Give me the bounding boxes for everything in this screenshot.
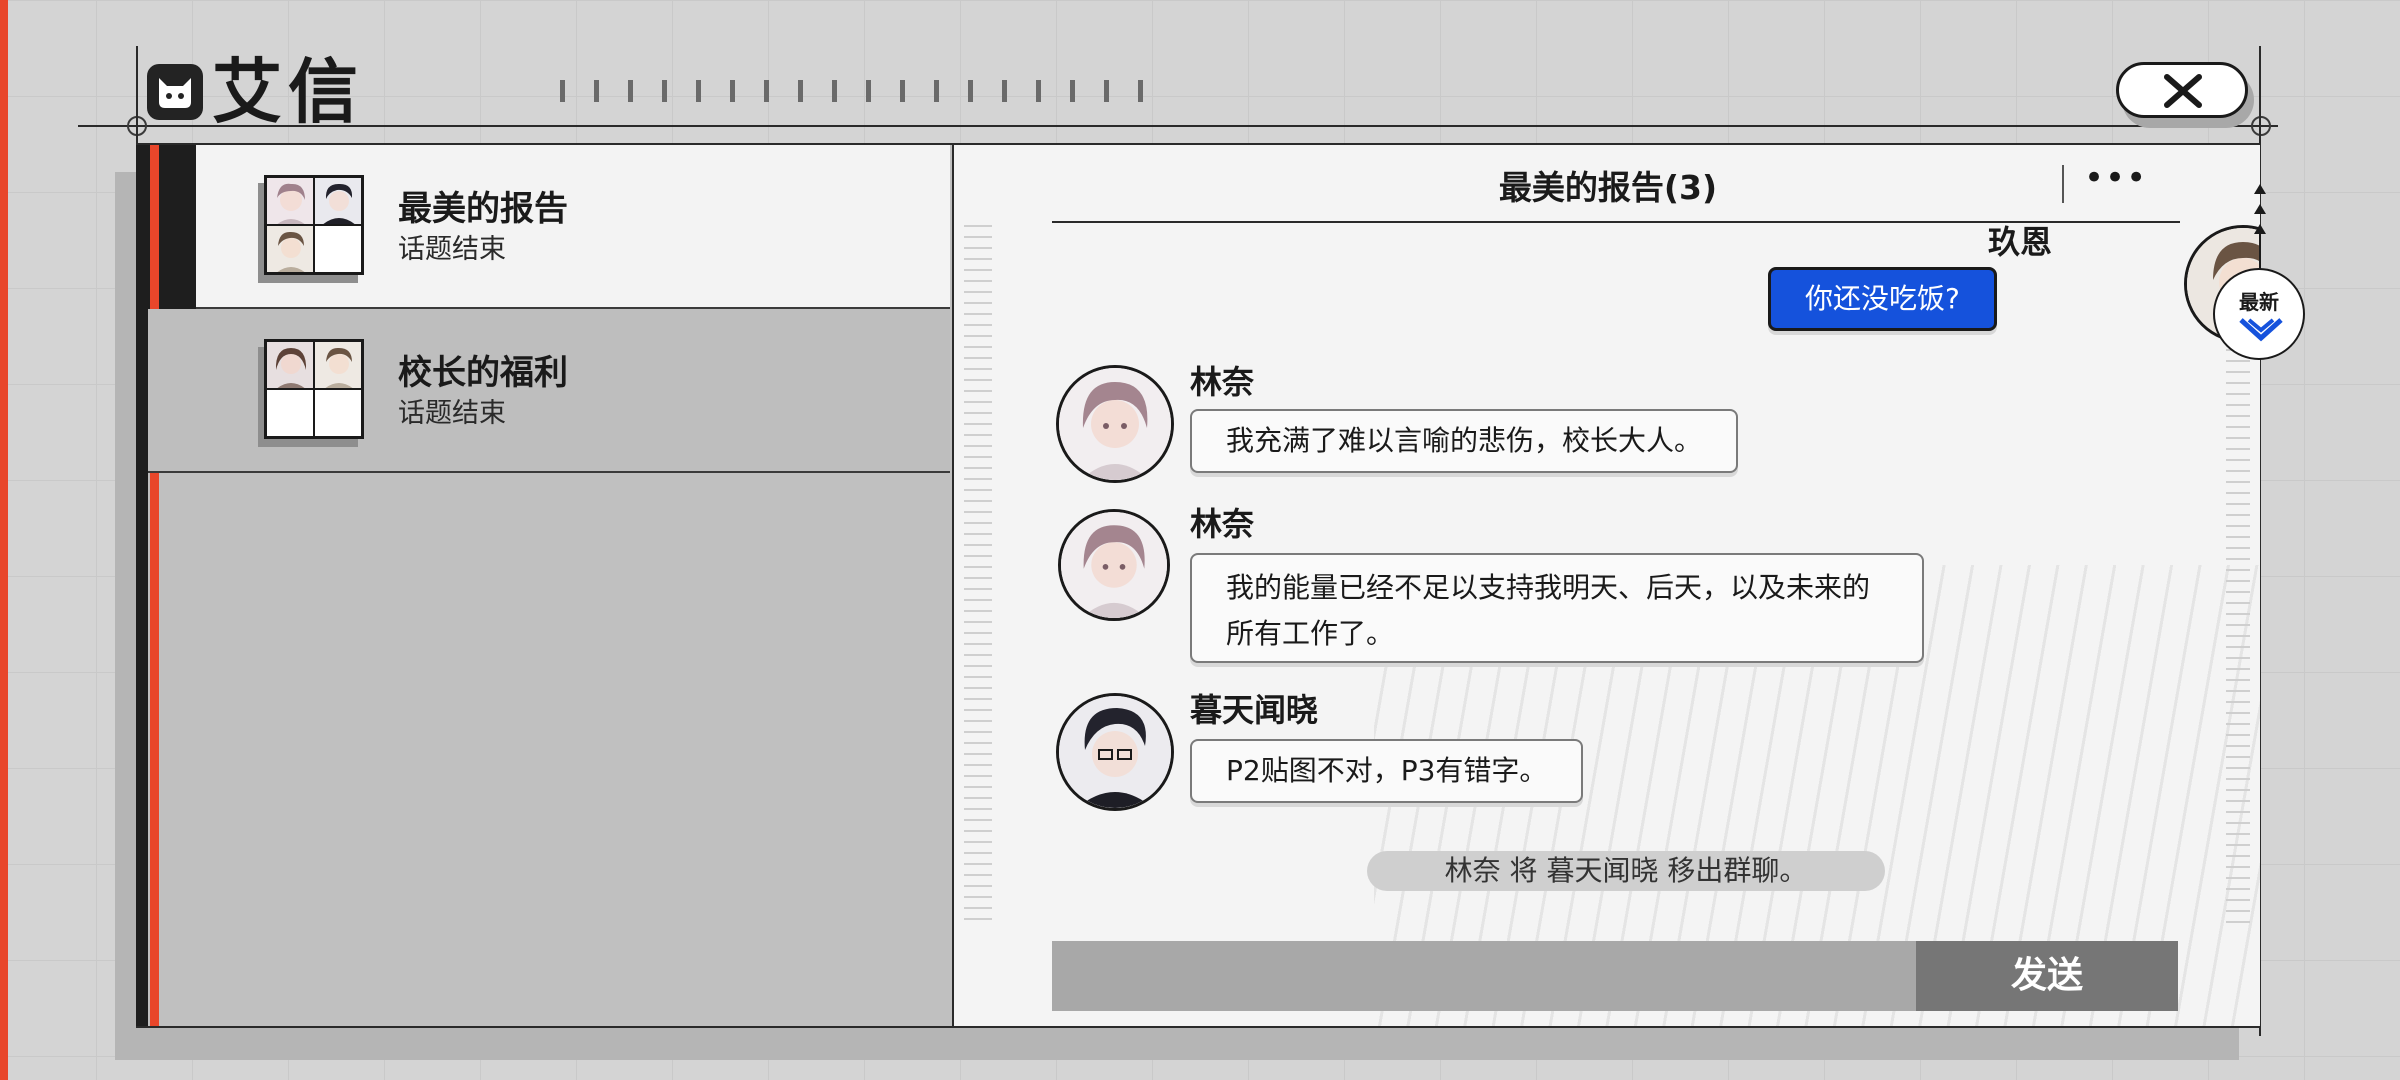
avatar: [267, 342, 313, 388]
cat-icon: [147, 64, 203, 120]
message-input[interactable]: [1052, 941, 1916, 1011]
messenger-panel: 最美的报告 话题结束 校长的福利 话题结束 最美的报告(3) ••• 玖恩 你还…: [136, 143, 2260, 1028]
avatar: [267, 178, 313, 224]
message-bubble: 你还没吃饭?: [1768, 267, 1997, 331]
active-indicator: [148, 145, 196, 309]
ruler-decoration: [964, 225, 992, 925]
chat-title: 最美的报告(3): [1498, 168, 1718, 207]
more-options-button[interactable]: •••: [2084, 161, 2146, 195]
sender-name: 林奈: [1190, 505, 1255, 543]
sender-name: 暮天闻晓: [1190, 691, 1319, 729]
ruler-decoration: [2226, 305, 2250, 925]
scroll-up-icon[interactable]: [2250, 178, 2270, 268]
avatar[interactable]: [1056, 693, 1174, 811]
send-button[interactable]: 发送: [1916, 941, 2178, 1011]
conversation-title: 校长的福利: [398, 353, 568, 393]
avatar: [315, 342, 361, 388]
panel-edge-stripe: [136, 145, 148, 1026]
conversation-item[interactable]: 最美的报告 话题结束: [148, 145, 950, 309]
message-bubble: P2贴图不对，P3有错字。: [1190, 739, 1584, 803]
avatar: [267, 226, 313, 272]
sender-name: 玖恩: [1987, 223, 2052, 261]
conversation-item[interactable]: 校长的福利 话题结束: [148, 309, 950, 473]
app-title: 艾信: [212, 51, 364, 133]
system-message: 林奈 将 暮天闻晓 移出群聊。: [1367, 851, 1885, 891]
message-bubble: 我的能量已经不足以支持我明天、后天，以及未来的所有工作了。: [1190, 553, 1924, 663]
avatar-empty-slot: [315, 226, 361, 272]
avatar[interactable]: [1056, 365, 1174, 483]
conversation-list: 最美的报告 话题结束 校长的福利 话题结束: [148, 145, 950, 1026]
chat-window: 最美的报告(3) ••• 玖恩 你还没吃饭? 林奈 我充满了难以言喻的悲伤，校长…: [952, 145, 2260, 1026]
conversation-status: 话题结束: [398, 398, 506, 429]
jump-to-latest-button[interactable]: 最新: [2213, 268, 2305, 360]
latest-label: 最新: [2239, 290, 2279, 314]
corner-crosshair: [2251, 116, 2271, 136]
avatar-empty-slot: [315, 390, 361, 436]
group-avatar: [264, 175, 364, 275]
edge-accent-stripe: [0, 0, 8, 1080]
group-avatar: [264, 339, 364, 439]
header-divider: [78, 125, 2278, 127]
message-bubble: 我充满了难以言喻的悲伤，校长大人。: [1190, 409, 1739, 473]
avatar[interactable]: [1058, 509, 1170, 621]
header-tick-decoration: [560, 80, 1160, 102]
avatar-empty-slot: [267, 390, 313, 436]
sender-name: 林奈: [1190, 363, 1255, 401]
close-icon: [2164, 74, 2202, 108]
double-chevron-down-icon: [2239, 318, 2283, 342]
conversation-title: 最美的报告: [398, 189, 568, 229]
close-button[interactable]: [2116, 62, 2248, 118]
conversation-status: 话题结束: [398, 234, 506, 265]
avatar: [315, 178, 361, 224]
